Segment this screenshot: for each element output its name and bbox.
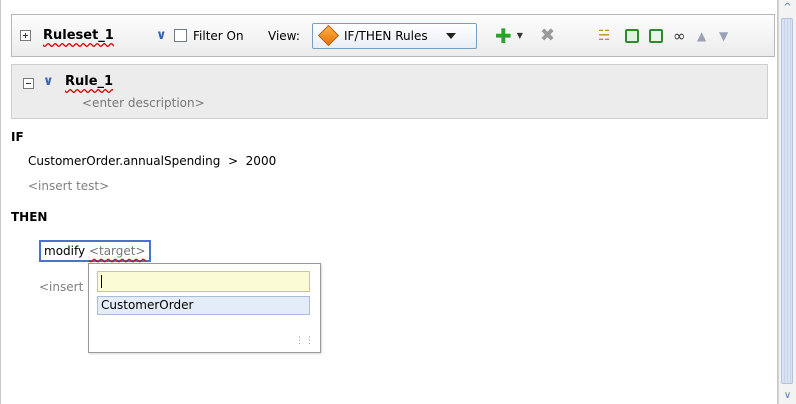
dropdown-caret-icon [445,32,456,39]
rule-diamond-icon [317,24,340,47]
chevron-down-icon[interactable]: ∨ [43,75,54,88]
chevron-down-icon[interactable]: ∨ [156,29,167,42]
filter-label[interactable]: Filter On [193,29,244,43]
filter-checkbox[interactable] [174,29,187,42]
view-selected-value: IF/THEN Rules [344,28,428,43]
add-icon[interactable]: ✚ [495,26,512,46]
ruleset-toolbar: Ruleset_1 ∨ Filter On View: IF/THEN Rule… [11,14,775,57]
scroll-down-arrow-icon[interactable]: ∨ [779,388,796,404]
rule-description[interactable]: <enter description> [82,96,205,110]
move-down-icon[interactable]: ▼ [719,29,728,43]
add-menu-caret-icon[interactable]: ▼ [517,31,523,40]
then-label: THEN [11,210,48,224]
rule-name[interactable]: Rule_1 [65,74,113,89]
copy-icon[interactable] [625,28,639,43]
vertical-scrollbar[interactable]: ^ ∨ [778,0,796,404]
ruleset-expand-toggle[interactable] [20,30,31,41]
view-select[interactable]: IF/THEN Rules [312,22,477,49]
scrollbar-thumb[interactable] [781,18,793,384]
target-autocomplete-popup: CustomerOrder ⋮⋮ [88,263,321,353]
action-keyword: modify [44,244,86,258]
ruleset-name[interactable]: Ruleset_1 [43,28,114,43]
resize-grip-icon[interactable]: ⋮⋮ [295,336,315,346]
autocomplete-input[interactable] [97,271,310,292]
insert-test-placeholder[interactable]: <insert test> [28,179,109,193]
scroll-up-arrow-icon[interactable]: ^ [779,0,796,16]
paste-icon[interactable] [649,28,663,43]
rule-collapse-toggle[interactable] [23,78,34,89]
insert-action-placeholder[interactable]: <insert [39,280,83,294]
glasses-icon[interactable]: ∞ [673,27,686,45]
view-label: View: [268,28,300,43]
text-cursor [101,275,102,288]
rule-header: ∨ Rule_1 <enter description> [11,64,768,119]
if-label: IF [11,130,24,144]
delete-icon[interactable]: ✖ [540,26,555,45]
action-editor[interactable]: modify <target> [39,240,151,262]
rules-editor: Ruleset_1 ∨ Filter On View: IF/THEN Rule… [0,0,778,404]
action-target[interactable]: <target> [89,244,146,258]
tree-icon[interactable]: ☵ [598,28,611,44]
condition-expression[interactable]: CustomerOrder.annualSpending > 2000 [28,154,276,168]
move-up-icon[interactable]: ▲ [697,29,706,43]
autocomplete-option[interactable]: CustomerOrder [97,296,310,315]
